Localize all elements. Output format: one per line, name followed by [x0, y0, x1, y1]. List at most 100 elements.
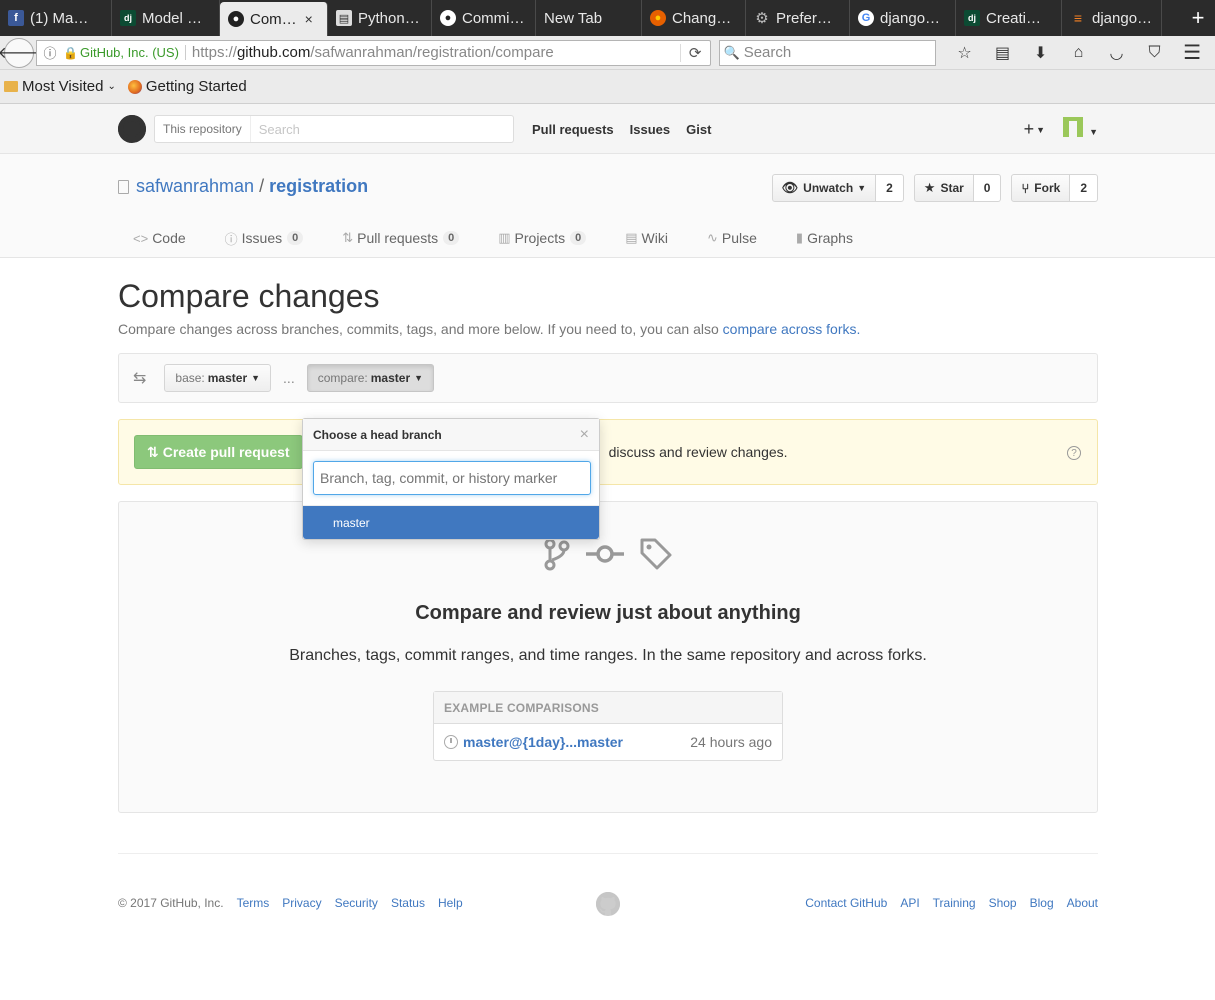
- footer-link-about[interactable]: About: [1067, 896, 1098, 910]
- footer-link-privacy[interactable]: Privacy: [282, 896, 321, 910]
- close-icon[interactable]: ×: [305, 11, 313, 27]
- browser-tab-active[interactable]: ● Com… ×: [220, 2, 328, 36]
- issue-opened-icon: ⓘ: [224, 231, 238, 247]
- footer-link-api[interactable]: API: [900, 896, 919, 910]
- home-icon[interactable]: ⌂: [1060, 39, 1098, 67]
- bookmark-most-visited[interactable]: Most Visited ⌄: [4, 78, 116, 95]
- compare-branch-button[interactable]: compare: master ▼: [306, 364, 435, 392]
- browser-tab[interactable]: ⚙ Prefer…: [746, 0, 850, 36]
- git-compare-icon: ⇆: [133, 370, 147, 387]
- user-menu-button[interactable]: ▼: [1063, 116, 1098, 142]
- hamburger-menu-icon[interactable]: ☰: [1174, 40, 1211, 65]
- info-icon[interactable]: ⓘ: [41, 43, 59, 62]
- git-branch-icon: [544, 538, 570, 571]
- tab-label: Creati…: [986, 9, 1042, 27]
- footer-link-blog[interactable]: Blog: [1030, 896, 1054, 910]
- repo-header: safwanrahman / registration 👁 Unwatch ▼ …: [0, 154, 1215, 258]
- tab-issues[interactable]: ⓘ Issues 0: [210, 218, 304, 258]
- browser-search-input[interactable]: 🔍 Search: [718, 39, 936, 66]
- download-icon[interactable]: ⬇: [1022, 39, 1060, 67]
- fork-button[interactable]: ⑂ Fork: [1011, 174, 1071, 202]
- create-pull-request-button[interactable]: ⇅ Create pull request: [134, 435, 303, 469]
- pocket-icon[interactable]: ◡: [1098, 39, 1136, 67]
- star-button[interactable]: ★ Star: [913, 174, 974, 202]
- star-label: Star: [940, 181, 964, 195]
- bookmark-label: Getting Started: [145, 78, 247, 95]
- shield-icon[interactable]: ⛉: [1136, 39, 1174, 67]
- tab-code[interactable]: <> Code: [118, 218, 186, 258]
- lock-icon: 🔒: [63, 45, 78, 60]
- footer-link-training[interactable]: Training: [933, 896, 976, 910]
- footer-link-shop[interactable]: Shop: [989, 896, 1017, 910]
- description-text: Compare changes across branches, commits…: [118, 321, 723, 337]
- back-button[interactable]: 🡐: [0, 37, 40, 68]
- repo-name-link[interactable]: registration: [269, 176, 368, 197]
- pull-request-flash: ⇅ Create pull request discuss and review…: [118, 419, 1098, 485]
- github-mark-icon[interactable]: [596, 892, 620, 916]
- pulse-icon: ∿: [706, 230, 718, 245]
- nav-gist[interactable]: Gist: [686, 122, 711, 137]
- browser-tab[interactable]: dj Creati…: [956, 0, 1062, 36]
- tab-pulse[interactable]: ∿ Pulse: [692, 218, 757, 258]
- reading-list-icon[interactable]: ▤: [984, 39, 1022, 67]
- question-icon[interactable]: ?: [1067, 446, 1081, 460]
- facebook-icon: f: [8, 10, 24, 26]
- branch-item-master[interactable]: master: [303, 506, 599, 539]
- footer-link-help[interactable]: Help: [438, 896, 463, 910]
- url-path: /safwanrahman/registration/compare: [310, 44, 554, 61]
- eye-icon: 👁: [781, 180, 799, 195]
- tab-label: Code: [152, 230, 186, 246]
- site-identity[interactable]: GitHub, Inc. (US): [80, 45, 186, 60]
- compare-across-forks-link[interactable]: compare across forks.: [723, 321, 861, 337]
- stackoverflow-icon: ≡: [1073, 10, 1083, 26]
- bookmark-star-icon[interactable]: ☆: [946, 39, 984, 67]
- browser-tab[interactable]: ● Commi…: [432, 0, 536, 36]
- url-bar[interactable]: ⓘ 🔒 GitHub, Inc. (US) https://github.com…: [36, 39, 711, 66]
- projects-counter: 0: [570, 231, 587, 245]
- repo-nav: <> Code ⓘ Issues 0 ⇅ Pull requests 0 ▥ P…: [118, 218, 877, 258]
- create-new-button[interactable]: + ▼: [1024, 119, 1045, 140]
- star-icon: ★: [923, 180, 936, 195]
- footer-link-terms[interactable]: Terms: [237, 896, 270, 910]
- watchers-count[interactable]: 2: [876, 174, 904, 202]
- github-logo-icon[interactable]: [118, 115, 146, 143]
- unwatch-button[interactable]: 👁 Unwatch ▼: [771, 174, 877, 202]
- footer-link-security[interactable]: Security: [335, 896, 378, 910]
- browser-tab[interactable]: New Tab: [536, 0, 642, 36]
- project-icon: ▥: [498, 230, 511, 245]
- reload-icon[interactable]: ⟳: [679, 43, 710, 62]
- browser-tab[interactable]: ▤ Python…: [328, 0, 432, 36]
- gear-icon: ⚙: [755, 10, 769, 27]
- close-icon[interactable]: ×: [580, 426, 589, 444]
- branch-filter-input[interactable]: [313, 461, 591, 495]
- tab-graphs[interactable]: ▮ Graphs: [781, 218, 853, 258]
- example-comparison-link[interactable]: master@{1day}...master: [463, 734, 623, 750]
- footer-link-status[interactable]: Status: [391, 896, 425, 910]
- browser-tab[interactable]: ≡ django…: [1062, 0, 1162, 36]
- tab-pull-requests[interactable]: ⇅ Pull requests 0: [327, 218, 460, 258]
- browser-tab-bar: f (1) Ma… dj Model … ● Com… × ▤ Python… …: [0, 0, 1215, 36]
- search-placeholder: Search: [743, 44, 792, 61]
- browser-tab[interactable]: G django…: [850, 0, 956, 36]
- base-branch-button[interactable]: base: master ▼: [164, 364, 272, 392]
- repo-search-input[interactable]: This repository Search: [154, 115, 514, 143]
- create-pr-label: Create pull request: [162, 444, 290, 460]
- repo-owner-link[interactable]: safwanrahman: [136, 176, 254, 197]
- tab-wiki[interactable]: ▤ Wiki: [610, 218, 668, 258]
- base-key: base:: [175, 371, 205, 385]
- bookmark-getting-started[interactable]: Getting Started: [127, 78, 247, 95]
- select-menu-title: Choose a head branch: [313, 427, 442, 442]
- new-tab-button[interactable]: +: [1181, 0, 1215, 36]
- tab-projects[interactable]: ▥ Projects 0: [483, 218, 587, 258]
- book-icon: ▤: [625, 230, 638, 245]
- browser-tab[interactable]: f (1) Ma…: [0, 0, 112, 36]
- browser-tab[interactable]: dj Model …: [112, 0, 220, 36]
- tab-label: Python…: [358, 9, 420, 27]
- nav-pull-requests[interactable]: Pull requests: [532, 122, 614, 137]
- blankslate-description: Branches, tags, commit ranges, and time …: [289, 647, 927, 664]
- browser-tab[interactable]: ● Chang…: [642, 0, 746, 36]
- forks-count[interactable]: 2: [1070, 174, 1098, 202]
- stars-count[interactable]: 0: [973, 174, 1002, 202]
- footer-link-contact[interactable]: Contact GitHub: [805, 896, 887, 910]
- nav-issues[interactable]: Issues: [630, 122, 670, 137]
